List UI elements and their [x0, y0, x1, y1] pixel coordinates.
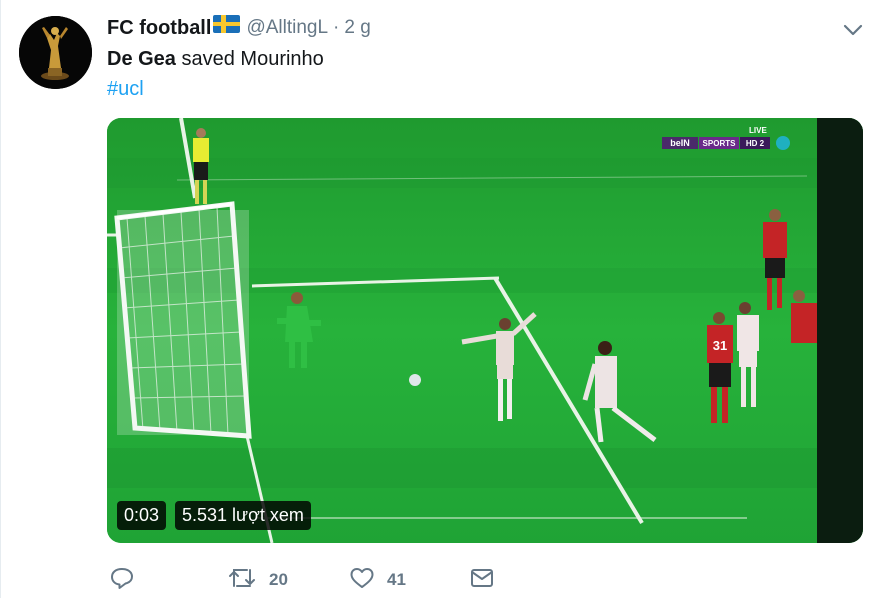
view-count-badge: 5.531 lượt xem — [175, 501, 311, 530]
display-name[interactable]: FC football — [107, 17, 211, 40]
sweden-flag-icon — [213, 14, 241, 38]
retweet-count: 20 — [269, 570, 288, 589]
chevron-down-icon[interactable] — [840, 20, 866, 40]
direct-message-button[interactable] — [469, 564, 495, 596]
live-label: LIVE — [749, 126, 767, 135]
tweet-actions: 20 41 — [107, 564, 527, 596]
sports-label: SPORTS — [703, 139, 737, 148]
hd-label: HD 2 — [746, 139, 765, 148]
video-frame: 31 LIVE beIN SPORTS HD 2 — [107, 118, 863, 543]
trophy-figure-icon — [19, 16, 92, 89]
separator-dot: · — [333, 17, 340, 38]
user-handle[interactable]: @AlltingL — [246, 17, 328, 39]
envelope-icon — [469, 566, 495, 595]
reply-button[interactable] — [109, 564, 135, 596]
tweet-card: FC football @AlltingL · 2 g De Gea saved… — [0, 0, 872, 598]
channel-label: beIN — [670, 138, 690, 148]
like-button[interactable]: 41 — [349, 564, 406, 596]
retweet-button[interactable]: 20 — [227, 564, 288, 596]
tweet-header: FC football @AlltingL · 2 g — [107, 14, 371, 42]
tweet-time[interactable]: 2 g — [344, 17, 370, 39]
tweet-text: De Gea saved Mourinho — [107, 46, 324, 72]
video-player[interactable]: 31 LIVE beIN SPORTS HD 2 — [107, 118, 863, 543]
divider — [0, 0, 1, 598]
jersey-number: 31 — [713, 338, 727, 353]
avatar[interactable] — [19, 16, 92, 89]
reply-icon — [109, 566, 135, 595]
ball — [409, 374, 421, 386]
tweet-text-rest: saved Mourinho — [175, 48, 324, 70]
tweet-text-bold: De Gea — [107, 48, 176, 70]
hashtag-link[interactable]: #ucl — [107, 76, 144, 102]
goal-net — [114, 201, 252, 439]
retweet-icon — [227, 566, 257, 595]
like-count: 41 — [387, 570, 406, 589]
heart-icon — [349, 566, 375, 595]
video-duration-badge: 0:03 — [117, 501, 167, 530]
